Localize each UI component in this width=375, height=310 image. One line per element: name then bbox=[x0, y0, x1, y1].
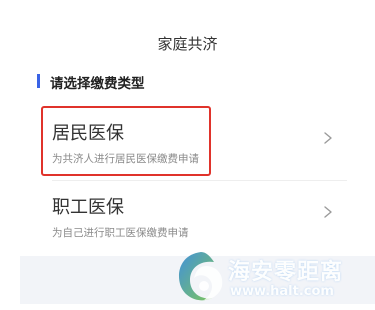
chevron-right-icon bbox=[324, 132, 332, 144]
watermark-url: www.halt.com bbox=[230, 284, 334, 299]
option-title: 居民医保 bbox=[52, 123, 124, 144]
watermark-logo-icon bbox=[178, 252, 223, 301]
page: 家庭共济 请选择缴费类型 居民医保 为共济人进行居民医保缴费申请 职工医保 为自… bbox=[0, 0, 375, 310]
page-title: 家庭共济 bbox=[157, 35, 218, 53]
watermark: 海安零距离 www.halt.com bbox=[170, 246, 375, 310]
option-description: 为共济人进行居民医保缴费申请 bbox=[52, 153, 199, 165]
option-resident-insurance[interactable]: 居民医保 为共济人进行居民医保缴费申请 bbox=[37, 104, 347, 176]
option-title: 职工医保 bbox=[52, 197, 124, 218]
section-accent-bar bbox=[37, 74, 40, 88]
watermark-text: 海安零距离 bbox=[228, 260, 344, 285]
section-label: 请选择缴费类型 bbox=[50, 76, 145, 92]
chevron-right-icon bbox=[324, 206, 332, 218]
title-bar: 家庭共济 bbox=[0, 0, 375, 80]
option-employee-insurance[interactable]: 职工医保 为自己进行职工医保缴费申请 bbox=[37, 178, 347, 250]
option-description: 为自己进行职工医保缴费申请 bbox=[52, 227, 189, 239]
